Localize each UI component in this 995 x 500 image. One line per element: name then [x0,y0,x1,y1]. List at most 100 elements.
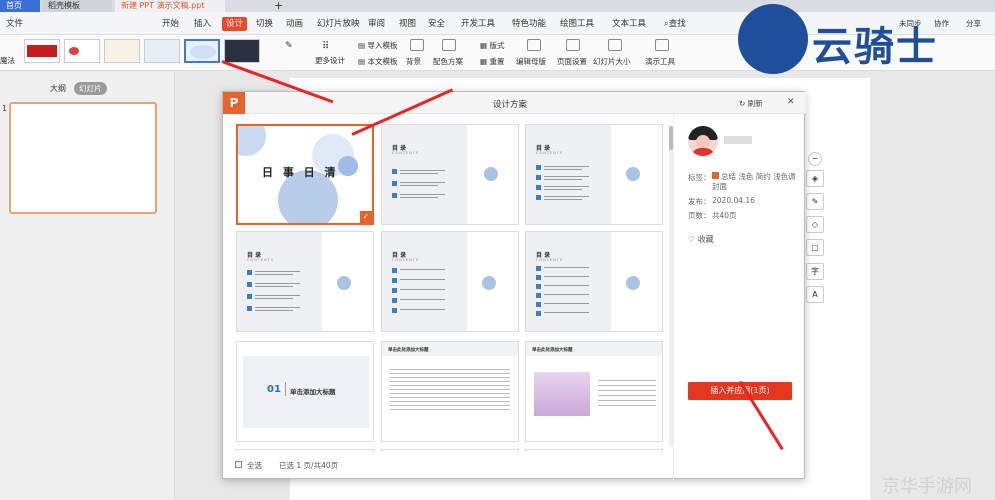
color-scheme-button[interactable]: 配色方案 [433,56,463,67]
template-card-image[interactable]: 单击此处添加大标题 [525,341,663,442]
import-template-button[interactable]: ▤ 导入模板 [358,40,397,51]
slide-thumbnail[interactable] [9,102,157,214]
menu-security[interactable]: 安全 [424,17,449,31]
wps-logo-icon: P [223,92,245,114]
card-row [392,308,452,314]
ribbon-magic[interactable]: 魔法 [0,55,15,66]
text-icon[interactable]: 字 [806,263,824,280]
decor-dot [482,276,496,290]
menu-view[interactable]: 视图 [395,17,420,31]
template-thumb-1[interactable] [24,39,60,63]
share-button[interactable]: 分享 [962,17,985,31]
menu-drawing-tools[interactable]: 绘图工具 [556,17,598,31]
template-card-toc[interactable]: 目 录 CONTENTS [525,231,663,332]
template-card-toc[interactable]: 目 录 CONTENTS [381,231,519,332]
template-thumb-3[interactable] [104,39,140,63]
template-thumb-4[interactable] [144,39,180,63]
slide-size-button[interactable]: 幻灯片大小 [593,56,631,67]
card-row [392,278,452,284]
background-button[interactable]: 背景 [406,56,421,67]
menu-review[interactable]: 审阅 [364,17,389,31]
template-card-cover[interactable]: 日 事 日 清 ✓ [236,124,374,225]
page-setup-button[interactable]: 页面设置 [557,56,587,67]
reset-button[interactable]: ▦ 重置 [480,56,504,67]
card-contents-label: CONTENTS [536,151,564,155]
template-thumb-2[interactable] [64,39,100,63]
close-icon[interactable]: ✕ [787,97,795,107]
card-panel [526,232,611,331]
page-setup-icon [566,39,580,51]
dialog-title: 设计方案 [493,100,528,110]
card-cover-title: 日 事 日 清 [262,166,339,179]
pages-value: 共40页 [712,211,737,220]
border-icon[interactable]: ▢ [806,239,824,256]
template-card-text[interactable]: 单击此处添加大标题 [381,341,519,442]
pages-label: 页数： [688,211,711,220]
template-card-toc[interactable]: 目 录 CONTENTS [381,124,519,225]
refresh-button[interactable]: ↻ 刷新 [739,98,763,109]
publish-date: 2020.04.16 [712,196,755,205]
template-card-toc[interactable]: 目 录 CONTENTS [236,231,374,332]
template-card-partial[interactable] [525,449,663,452]
card-row [247,282,307,288]
card-row [536,275,596,281]
template-card-partial[interactable] [381,449,519,452]
tags-value: 总结 浅色 简约 浅色调封面 [712,172,796,191]
layers-icon[interactable]: ◈ [806,170,824,187]
menu-transition[interactable]: 切换 [252,17,277,31]
section-title: 单击添加大标题 [290,388,336,396]
font-icon[interactable]: A [806,286,824,303]
layout-button[interactable]: ▦ 版式 [480,40,504,51]
slides-tab[interactable]: 幻灯片 [74,82,107,95]
zoom-out-icon[interactable]: − [808,152,822,166]
template-thumb-6[interactable] [224,39,260,63]
select-all-label[interactable]: 全选 [247,460,262,471]
menu-design[interactable]: 设计 [222,17,248,31]
tab-document[interactable]: 新建 PPT 演示文稿.ppt [115,0,225,12]
favorite-button[interactable]: ♡ 收藏 [688,234,714,245]
divider [285,382,286,396]
pen-icon[interactable]: ✎ [806,193,824,210]
watermark-knight-icon [738,4,808,74]
menu-file[interactable]: 文件 [2,17,27,31]
new-tab-button[interactable]: + [268,0,289,12]
card-row [392,268,452,274]
decor-dot [626,276,640,290]
menu-animation[interactable]: 动画 [282,17,307,31]
menu-start[interactable]: 开始 [158,17,183,31]
tab-home[interactable]: 首页 [0,0,40,12]
card-row [247,294,307,300]
check-icon: ✓ [360,211,372,223]
template-card-toc[interactable]: 目 录 CONTENTS [525,124,663,225]
search-button[interactable]: ⌕查找 [660,17,690,31]
card-contents-label: CONTENTS [536,258,564,262]
card-row [536,293,596,299]
menu-insert[interactable]: 插入 [190,17,215,31]
template-card-section[interactable]: 01 单击添加大标题 [236,341,374,442]
present-tools-button[interactable]: 演示工具 [645,56,675,67]
card-contents-label: CONTENTS [392,151,420,155]
outline-tab[interactable]: 大纲 [50,83,66,94]
more-design-button[interactable]: 更多设计 [315,55,345,66]
text-template-button[interactable]: ▤ 本文模板 [358,56,397,67]
select-all-checkbox[interactable] [235,461,242,468]
decor-dot [337,276,351,290]
template-thumb-selected[interactable] [184,39,220,63]
menu-developer[interactable]: 开发工具 [457,17,499,31]
tab-template[interactable]: 稻壳模板 [42,0,112,12]
edit-master-icon [527,39,541,51]
slide-number: 1 [2,104,7,113]
card-row [247,270,307,276]
fill-icon[interactable]: ◇ [806,216,824,233]
template-grid: 日 事 日 清 ✓ 目 录 CONTENTS 目 录 CONTENTS 目 录 … [233,122,673,452]
template-card-partial[interactable] [236,449,374,452]
menu-features[interactable]: 特色功能 [508,17,550,31]
menu-slideshow[interactable]: 幻灯片放映 [313,17,364,31]
watermark-logo: 云骑士 [812,24,938,70]
ribbon-brush-icon[interactable]: ✎ [285,41,299,53]
menu-text-tools[interactable]: 文本工具 [608,17,650,31]
more-design-icon[interactable]: ⠿ [322,41,336,53]
edit-master-button[interactable]: 编辑母版 [516,56,546,67]
selection-count: 已选 1 页/共40页 [279,461,339,470]
card-row [536,195,596,201]
